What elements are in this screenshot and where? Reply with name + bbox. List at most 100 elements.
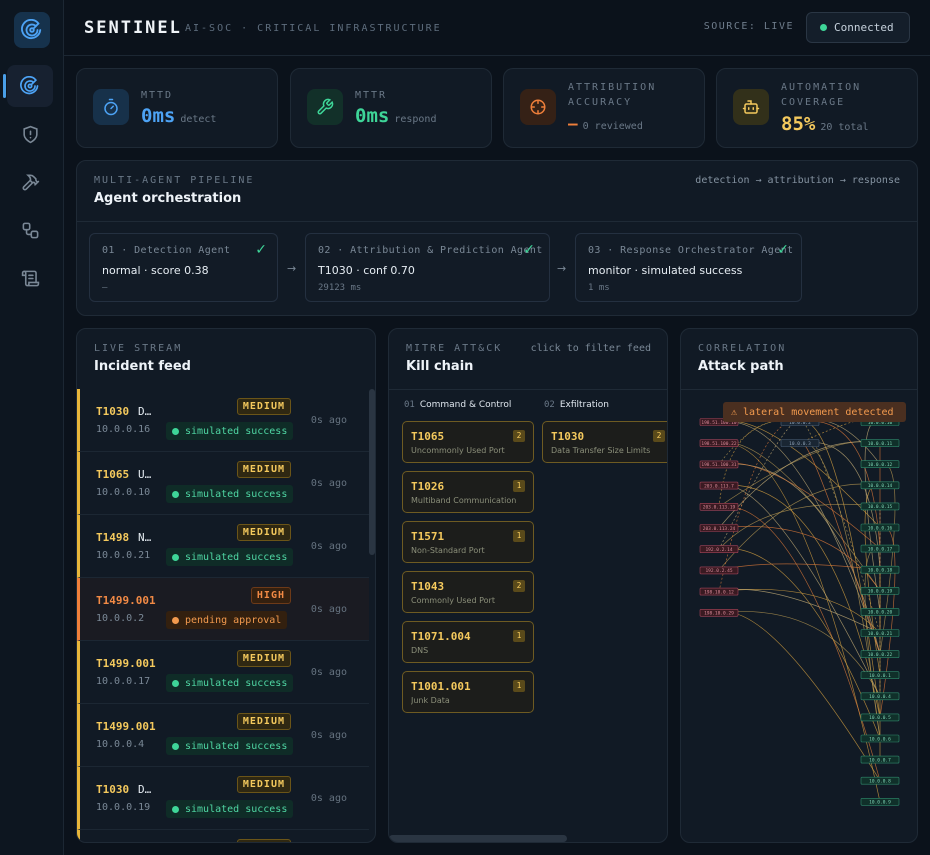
nav-response[interactable]: [7, 161, 53, 203]
technique-id: T1043: [411, 580, 445, 593]
node-label: 10.0.0.1: [869, 673, 891, 679]
status-dot-icon: [172, 742, 179, 750]
warning-icon: ⚠: [731, 406, 738, 418]
killchain-scrollbar[interactable]: [389, 835, 567, 842]
incident-row[interactable]: T1499.001 10.0.0.4 MEDIUM simulated success…: [77, 704, 369, 767]
source-node[interactable]: 203.0.113.24: [699, 524, 739, 532]
target-node[interactable]: 10.0.0.5: [860, 713, 900, 721]
kpi-sub: respond: [394, 114, 437, 125]
target-node[interactable]: 10.0.0.17: [860, 544, 900, 552]
source-node[interactable]: 198.51.100.22: [699, 439, 739, 448]
target-node[interactable]: 10.0.0.16: [860, 523, 900, 532]
radar-logo-icon: [21, 19, 42, 40]
target-node[interactable]: 10.0.0.12: [860, 460, 900, 468]
technique-name: N…: [138, 531, 152, 544]
technique-card[interactable]: T1043 2 Commonly Used Port: [402, 571, 534, 613]
target-node[interactable]: 10.0.0.4: [860, 692, 900, 701]
agent-attribution[interactable]: 02 · Attribution & Prediction Agent ✓ T1…: [305, 233, 550, 302]
node-label: 10.0.0.16: [868, 525, 893, 531]
status-badge: simulated success: [166, 485, 294, 503]
nav-overview[interactable]: [3, 65, 53, 107]
node-label: 10.0.0.9: [869, 800, 891, 806]
incident-row[interactable]: T1499.001 10.0.0.17 MEDIUM simulated succes…: [77, 641, 369, 704]
source-node[interactable]: 192.0.2.14: [699, 545, 739, 553]
connection-status-button[interactable]: Connected: [806, 12, 910, 43]
source-node[interactable]: 198.51.100.31: [699, 460, 739, 468]
target-node[interactable]: 10.0.0.7: [860, 755, 900, 763]
target-node[interactable]: 10.0.0.8: [860, 776, 900, 785]
nav-logs[interactable]: [7, 257, 53, 299]
incident-row[interactable]: T1499.001 10.0.0.2 HIGH pending approval 0s …: [77, 578, 369, 641]
technique-card[interactable]: T1001.001 1 Junk Data: [402, 671, 534, 713]
technique-name: Junk Data: [411, 696, 450, 705]
source-node[interactable]: 198.18.0.29: [699, 609, 739, 617]
target-node[interactable]: 10.0.0.22: [860, 650, 900, 658]
technique-card[interactable]: T1571 1 Non-Standard Port: [402, 521, 534, 563]
source-node[interactable]: 192.0.2.45: [699, 566, 739, 574]
target-node[interactable]: 10.0.0.11: [860, 439, 900, 447]
node-label: 198.18.0.29: [704, 611, 734, 617]
source-node[interactable]: 203.0.113.7: [699, 481, 739, 490]
target-node[interactable]: 10.0.0.21: [860, 629, 900, 637]
incident-row[interactable]: T1498 N… 10.0.0.21 MEDIUM simulated success 0…: [77, 515, 369, 578]
incident-list[interactable]: T1030 D… 10.0.0.16 MEDIUM simulated success 0…: [77, 389, 369, 842]
pipeline-title: Agent orchestration: [94, 191, 242, 206]
target-node[interactable]: 10.0.0.1: [860, 671, 900, 680]
scroll-icon: [21, 270, 39, 286]
source-node[interactable]: 198.18.0.12: [699, 587, 739, 595]
target-node[interactable]: 10.0.0.18: [860, 565, 900, 574]
feed-scrollbar[interactable]: [369, 389, 375, 555]
node-label: 198.51.100.22: [701, 441, 737, 447]
feed-label: LIVE STREAM: [94, 343, 183, 354]
target-node[interactable]: 10.0.0.9: [860, 797, 900, 806]
timestamp: 0s ago: [310, 415, 347, 426]
incident-row[interactable]: T1030 D… 10.0.0.16 MEDIUM simulated success 0…: [77, 389, 369, 452]
incident-row[interactable]: MEDIUM: [77, 830, 369, 842]
incident-row[interactable]: T1065 U… 10.0.0.10 MEDIUM simulated success 0…: [77, 452, 369, 515]
status-text: simulated success: [185, 803, 288, 815]
wrench-icon: [317, 98, 334, 115]
check-icon: ✓: [255, 242, 267, 258]
lateral-movement-alert: ⚠ lateral movement detected: [723, 402, 906, 422]
incident-row[interactable]: T1030 D… 10.0.0.19 MEDIUM simulated success 0…: [77, 767, 369, 830]
agent-detection[interactable]: 01 · Detection Agent ✓ normal · score 0.…: [89, 233, 278, 302]
node-label: 10.0.0.17: [868, 546, 893, 552]
crosshair-icon: [530, 99, 546, 115]
severity-badge: MEDIUM: [236, 839, 291, 842]
kpi-sub: 0 reviewed: [582, 121, 643, 132]
killchain-title: Kill chain: [406, 359, 474, 374]
technique-card[interactable]: T1030 2 Data Transfer Size Limits: [542, 421, 667, 463]
node-label: 203.0.113.24: [703, 526, 736, 532]
status-badge: simulated success: [166, 674, 294, 692]
target-node[interactable]: 10.0.0.19: [860, 587, 900, 595]
attack-edge: [718, 421, 881, 655]
logo: [14, 12, 50, 48]
kpi-value: 85%: [781, 113, 816, 135]
tactic-name: Command & Control: [419, 400, 512, 410]
nav-workflow[interactable]: [7, 209, 53, 251]
target-node[interactable]: 10.0.0.20: [860, 608, 900, 616]
technique-card[interactable]: T1026 1 Multiband Communication: [402, 471, 534, 513]
technique-name: Non-Standard Port: [411, 546, 485, 555]
source-node[interactable]: 203.0.113.19: [699, 503, 739, 511]
agent-response[interactable]: 03 · Response Orchestrator Agent ✓ monit…: [575, 233, 802, 302]
target-node[interactable]: 10.0.0.14: [860, 481, 900, 489]
status-dot-icon: [172, 490, 179, 498]
attack-graph[interactable]: 198.51.100.10198.51.100.22198.51.100.312…: [681, 389, 918, 839]
shield-alert-icon: [22, 125, 38, 143]
technique-name: D…: [138, 405, 152, 418]
target-node[interactable]: 10.0.0.15: [860, 502, 900, 510]
status-dot-icon: [820, 24, 827, 31]
technique-card[interactable]: T1071.004 1 DNS: [402, 621, 534, 663]
connection-label: Connected: [834, 21, 894, 34]
target-node[interactable]: 10.0.0.6: [860, 734, 900, 743]
kpi-value: —: [568, 114, 578, 133]
nav-alerts[interactable]: [7, 113, 53, 155]
technique-card[interactable]: T1065 2 Uncommonly Used Port: [402, 421, 534, 463]
brand-name: SENTINEL: [84, 18, 182, 38]
node-label: 10.0.0.19: [868, 589, 893, 595]
count-badge: 1: [513, 530, 525, 542]
technique-id: T1499.001: [96, 594, 156, 607]
mid-node[interactable]: 10.0.0.3: [780, 439, 820, 447]
tactic-name: Exfiltration: [559, 400, 610, 410]
